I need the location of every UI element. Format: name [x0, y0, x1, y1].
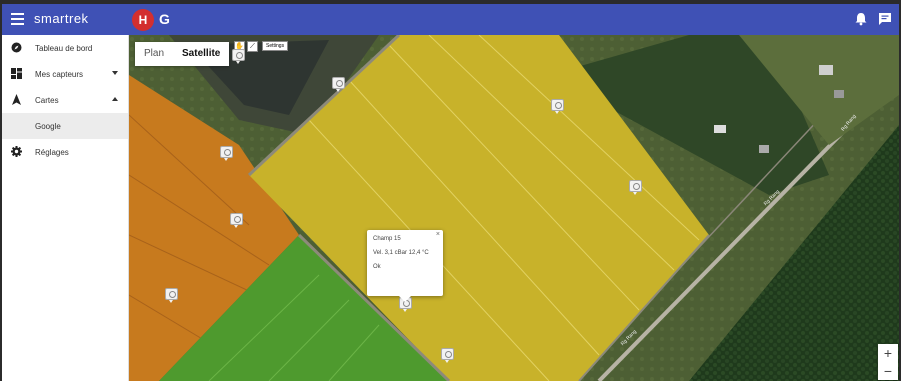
zoom-out-button[interactable]: −: [878, 362, 898, 380]
popup-title: Champ 15: [373, 236, 401, 242]
sensor-marker[interactable]: [441, 348, 454, 363]
sidebar-item-dashboard[interactable]: Tableau de bord: [2, 35, 128, 61]
map-type-plan-button[interactable]: Plan: [135, 42, 173, 66]
zoom-in-button[interactable]: +: [878, 344, 898, 362]
navigation-icon: [12, 94, 21, 105]
close-icon[interactable]: ×: [436, 231, 440, 238]
sidebar: Tableau de bord Mes capteurs Cartes Goog…: [2, 35, 129, 381]
avatar[interactable]: H: [132, 9, 154, 31]
sidebar-item-label: Cartes: [35, 96, 59, 105]
sidebar-item-label: Google: [35, 122, 61, 131]
sidebar-item-label: Tableau de bord: [35, 44, 93, 53]
sidebar-item-google[interactable]: Google: [2, 113, 128, 139]
google-icon: G: [159, 11, 170, 27]
sensor-marker[interactable]: [232, 49, 245, 64]
popup-status: Ok: [373, 264, 381, 270]
sidebar-item-label: Réglages: [35, 148, 69, 157]
polyline-tool-icon[interactable]: ⟋: [247, 41, 258, 52]
zoom-control: + −: [878, 344, 898, 380]
sidebar-item-label: Mes capteurs: [35, 70, 84, 79]
sidebar-item-settings[interactable]: Réglages: [2, 139, 128, 165]
top-bar: smartrek H G: [2, 4, 899, 35]
popup-reading: Vel. 3,1 cBar 12,4 °C: [373, 250, 429, 256]
satellite-map[interactable]: Plan Satellite ✋ ⟋ Settings × Champ 15 V…: [129, 35, 899, 381]
sensor-info-popup: × Champ 15 Vel. 3,1 cBar 12,4 °C Ok: [367, 230, 443, 302]
compass-icon: [11, 42, 22, 53]
menu-icon[interactable]: [11, 13, 24, 25]
sensor-marker[interactable]: [220, 146, 233, 161]
sensor-marker[interactable]: [165, 288, 178, 303]
brand-logo: smartrek: [34, 11, 89, 26]
chevron-up-icon: [112, 97, 118, 101]
sensor-marker[interactable]: [332, 77, 345, 92]
feedback-icon[interactable]: [878, 12, 892, 26]
chevron-down-icon: [112, 71, 118, 75]
bell-icon[interactable]: [854, 12, 868, 26]
dashboard-icon: [11, 68, 22, 79]
sidebar-item-sensors[interactable]: Mes capteurs: [2, 61, 128, 87]
map-type-switcher: Plan Satellite: [135, 42, 230, 66]
sensor-marker[interactable]: [629, 180, 642, 195]
satellite-imagery: [129, 35, 899, 381]
sensor-marker[interactable]: [551, 99, 564, 114]
app-window: smartrek H G Tableau de bord Mes capteur…: [2, 4, 899, 381]
settings-button[interactable]: Settings: [262, 41, 289, 51]
gear-icon: [11, 146, 22, 157]
map-type-satellite-button[interactable]: Satellite: [173, 42, 229, 66]
sensor-marker[interactable]: [230, 213, 243, 228]
sidebar-item-maps[interactable]: Cartes: [2, 87, 128, 113]
